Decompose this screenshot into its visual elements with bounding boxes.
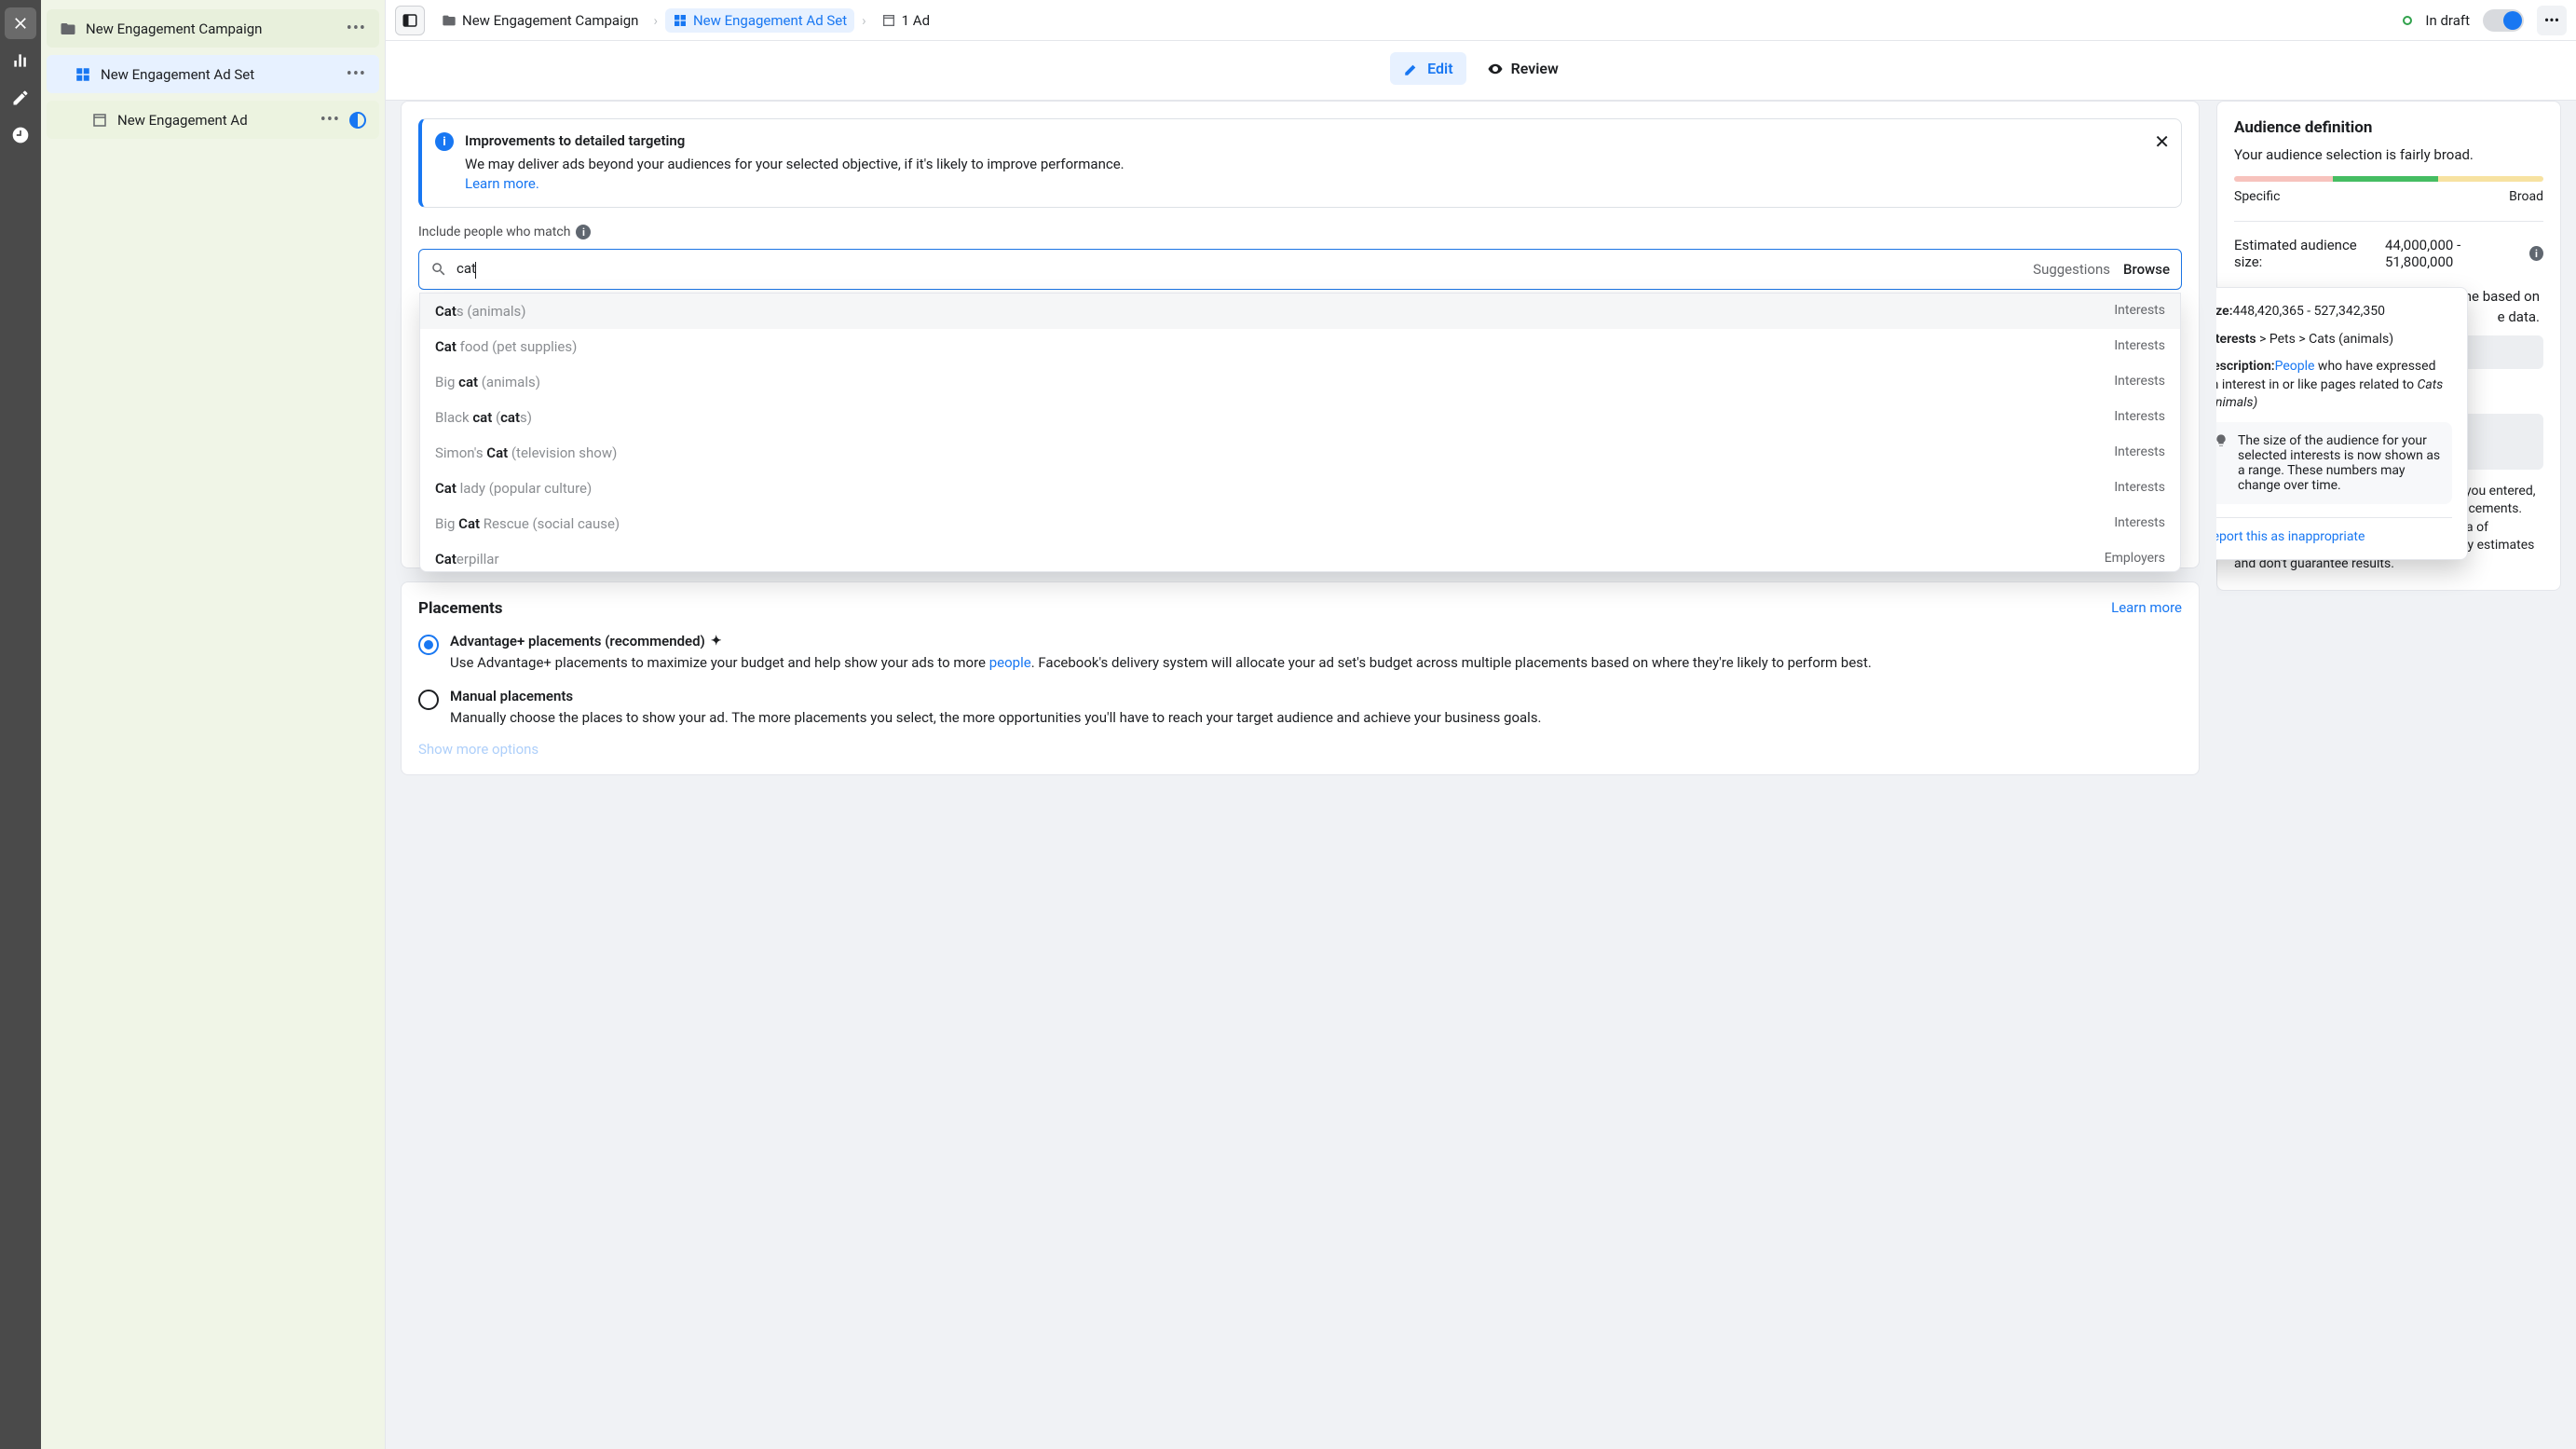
editor-main: New Engagement Campaign › New Engagement…: [386, 0, 2576, 1449]
search-icon: [430, 261, 447, 278]
clock-icon[interactable]: [5, 119, 36, 151]
tip-size-value: 448,420,365 - 527,342,350: [2233, 304, 2385, 319]
tree-adset-label: New Engagement Ad Set: [101, 66, 337, 83]
radio-on-icon[interactable]: [418, 635, 439, 655]
editor-tabs: Edit Review: [386, 41, 2576, 101]
radio-off-icon[interactable]: [418, 690, 439, 710]
crumb-campaign-label: New Engagement Campaign: [462, 12, 638, 29]
tip-desc-label: Description:: [2216, 359, 2275, 374]
more-icon[interactable]: •••: [347, 64, 366, 84]
tree-campaign-row[interactable]: New Engagement Campaign •••: [47, 9, 379, 48]
show-more-options-link[interactable]: Show more options: [418, 741, 2182, 758]
people-link[interactable]: people: [989, 654, 1031, 671]
suggestion-item[interactable]: Cat lady (popular culture)Interests: [420, 471, 2180, 506]
placements-learn-more-link[interactable]: Learn more: [2111, 599, 2182, 616]
est-size-value: 44,000,000 - 51,800,000: [2385, 237, 2524, 270]
banner-body: We may deliver ads beyond your audiences…: [465, 156, 1124, 172]
advantage-body-b: . Facebook's delivery system will alloca…: [1031, 654, 1872, 671]
est-size-label: Estimated audience size:: [2234, 237, 2379, 270]
browse-link[interactable]: Browse: [2123, 261, 2170, 278]
more-icon[interactable]: •••: [320, 110, 340, 130]
info-icon: i: [435, 132, 454, 151]
pencil-icon[interactable]: [5, 82, 36, 114]
placements-card: Placements Learn more Advantage+ placeme…: [401, 581, 2200, 775]
advantage-body-a: Use Advantage+ placements to maximize yo…: [450, 654, 989, 671]
chevron-right-icon: ›: [862, 12, 866, 29]
campaign-tree: New Engagement Campaign ••• New Engageme…: [41, 0, 386, 1449]
search-input[interactable]: cat: [457, 260, 476, 278]
more-icon[interactable]: •••: [347, 19, 366, 38]
note-fragment-2: e data.: [2498, 308, 2540, 325]
tip-path-rest: > Pets > Cats (animals): [2256, 332, 2393, 347]
audience-meter: [2234, 176, 2543, 182]
scale-specific: Specific: [2234, 189, 2280, 204]
chart-icon[interactable]: [5, 45, 36, 76]
report-inappropriate-link[interactable]: Report this as inappropriate: [2216, 517, 2452, 544]
crumb-adset-label: New Engagement Ad Set: [693, 12, 847, 29]
chevron-right-icon: ›: [653, 12, 658, 29]
center-column: i Improvements to detailed targeting We …: [401, 101, 2200, 1434]
targeting-improvement-banner: i Improvements to detailed targeting We …: [418, 118, 2182, 208]
lightbulb-icon: [2216, 433, 2228, 448]
tab-review-label: Review: [1511, 60, 1559, 77]
adset-toggle[interactable]: [2483, 9, 2524, 32]
placements-option-manual[interactable]: Manual placements Manually choose the pl…: [418, 688, 2182, 728]
targeting-dropdown: Cats (animals)Interests Cat food (pet su…: [419, 293, 2181, 572]
suggestions-link[interactable]: Suggestions: [2033, 261, 2110, 278]
tree-ad-label: New Engagement Ad: [117, 112, 311, 129]
suggestion-item[interactable]: CaterpillarEmployers: [420, 541, 2180, 572]
audience-title: Audience definition: [2234, 118, 2543, 137]
suggestion-item[interactable]: Big cat (animals)Interests: [420, 364, 2180, 400]
include-match-label: Include people who match i: [418, 225, 2182, 239]
suggestion-item[interactable]: Big Cat Rescue (social cause)Interests: [420, 506, 2180, 541]
banner-learn-more-link[interactable]: Learn more.: [465, 175, 539, 192]
tab-edit-label: Edit: [1427, 60, 1452, 77]
close-icon[interactable]: ✕: [2154, 130, 2170, 153]
scale-broad: Broad: [2509, 189, 2543, 204]
left-rail: [0, 0, 41, 1449]
crumb-adset[interactable]: New Engagement Ad Set: [665, 8, 854, 33]
suggestion-item[interactable]: Black cat (cats)Interests: [420, 400, 2180, 435]
placements-option-advantage[interactable]: Advantage+ placements (recommended) ✦ Us…: [418, 633, 2182, 673]
tree-ad-row[interactable]: New Engagement Ad •••: [47, 101, 379, 139]
right-column: Audience definition Your audience select…: [2216, 101, 2561, 1434]
manual-body: Manually choose the places to show your …: [450, 708, 1542, 728]
tab-review[interactable]: Review: [1474, 52, 1572, 85]
manual-title: Manual placements: [450, 688, 1542, 704]
interest-tooltip: Size:448,420,365 - 527,342,350 Interests…: [2216, 287, 2468, 560]
tree-adset-row[interactable]: New Engagement Ad Set •••: [47, 55, 379, 93]
tip-size-label: Size:: [2216, 304, 2233, 319]
info-icon[interactable]: i: [576, 225, 591, 239]
audience-desc: Your audience selection is fairly broad.: [2234, 146, 2543, 163]
detailed-targeting-card: i Improvements to detailed targeting We …: [401, 101, 2200, 568]
draft-status-label: In draft: [2425, 12, 2470, 29]
progress-half-icon: [349, 112, 366, 129]
more-icon[interactable]: •••: [2537, 6, 2567, 35]
sparkle-icon: ✦: [711, 634, 722, 649]
tab-edit[interactable]: Edit: [1390, 52, 1465, 85]
targeting-search-combo: cat Suggestions Browse Cats (animals)Int…: [418, 249, 2182, 290]
tip-desc-link[interactable]: People: [2275, 359, 2315, 374]
topbar: New Engagement Campaign › New Engagement…: [386, 0, 2576, 41]
tree-campaign-label: New Engagement Campaign: [86, 21, 337, 37]
breadcrumb: New Engagement Campaign › New Engagement…: [434, 8, 937, 33]
info-icon[interactable]: i: [2529, 246, 2543, 261]
tip-path-label: Interests: [2216, 332, 2256, 347]
close-icon[interactable]: [5, 7, 36, 39]
banner-title: Improvements to detailed targeting: [465, 132, 2144, 149]
crumb-ad[interactable]: 1 Ad: [874, 8, 937, 33]
suggestion-item[interactable]: Cats (animals)Interests: [420, 294, 2180, 329]
collapse-panel-icon[interactable]: [395, 6, 425, 35]
suggestion-item[interactable]: Simon's Cat (television show)Interests: [420, 435, 2180, 471]
advantage-title: Advantage+ placements (recommended): [450, 633, 705, 649]
tip-hint: The size of the audience for your select…: [2238, 433, 2440, 493]
crumb-ad-label: 1 Ad: [902, 12, 930, 29]
placements-title: Placements: [418, 599, 2182, 618]
crumb-campaign[interactable]: New Engagement Campaign: [434, 8, 646, 33]
suggestion-item[interactable]: Cat food (pet supplies)Interests: [420, 329, 2180, 364]
draft-status-icon: [2403, 16, 2412, 25]
